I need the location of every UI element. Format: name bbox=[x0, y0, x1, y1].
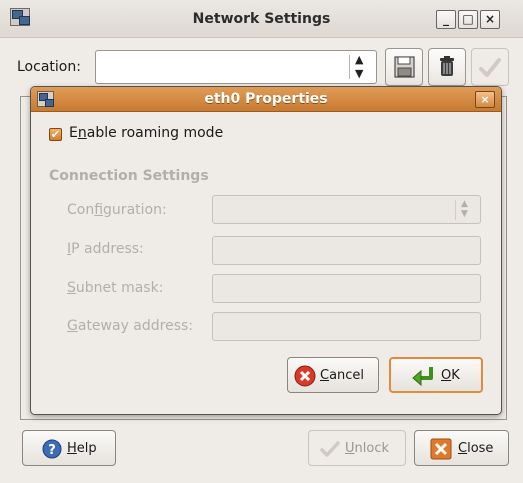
roaming-label[interactable]: Enable roaming mode bbox=[69, 125, 223, 141]
ip-address-label: IP address: bbox=[67, 241, 144, 257]
dialog-close-button[interactable]: × bbox=[475, 91, 495, 108]
maximize-button[interactable]: □ bbox=[458, 10, 478, 29]
ok-label: OK bbox=[441, 368, 460, 383]
unlock-checkmark-icon bbox=[320, 441, 340, 457]
help-button[interactable]: ? Help bbox=[22, 430, 116, 466]
dialog-title: eth0 Properties bbox=[204, 91, 328, 107]
minimize-button[interactable]: _ bbox=[436, 10, 456, 29]
unlock-button[interactable]: Unlock bbox=[308, 430, 406, 466]
eth0-properties-dialog: eth0 Properties × ✔ Enable roaming mode … bbox=[30, 86, 502, 415]
unlock-label: Unlock bbox=[345, 441, 389, 456]
location-spin-arrows-icon[interactable]: ▲ ▼ bbox=[355, 53, 363, 81]
ok-button[interactable]: OK bbox=[389, 357, 483, 393]
configuration-label: Configuration: bbox=[67, 202, 167, 218]
subnet-mask-field[interactable] bbox=[212, 274, 481, 303]
trash-can-icon bbox=[440, 56, 454, 76]
cancel-icon bbox=[294, 365, 316, 387]
configuration-spin-arrows-icon: ▲ ▼ bbox=[461, 199, 468, 219]
roaming-checkbox[interactable]: ✔ bbox=[49, 128, 62, 141]
save-location-button[interactable] bbox=[385, 48, 423, 86]
close-icon: × bbox=[484, 12, 496, 26]
close-label: Close bbox=[458, 441, 494, 456]
svg-text:?: ? bbox=[48, 443, 56, 458]
configuration-combo-divider bbox=[455, 200, 456, 220]
cancel-label: Cancel bbox=[320, 368, 365, 383]
connection-settings-heading: Connection Settings bbox=[49, 168, 209, 184]
enter-arrow-icon bbox=[412, 367, 433, 387]
cancel-button[interactable]: Cancel bbox=[287, 357, 379, 393]
apply-location-button[interactable] bbox=[471, 48, 509, 86]
dialog-close-icon: × bbox=[480, 93, 490, 106]
minimize-icon: _ bbox=[443, 12, 449, 26]
location-label: Location: bbox=[17, 59, 81, 75]
location-combo-divider bbox=[349, 55, 350, 79]
floppy-disk-icon bbox=[394, 56, 415, 78]
gateway-address-field[interactable] bbox=[212, 312, 481, 341]
subnet-mask-label: Subnet mask: bbox=[67, 280, 164, 296]
checkmark-icon bbox=[479, 58, 501, 77]
close-x-icon bbox=[430, 438, 452, 460]
maximize-icon: □ bbox=[462, 12, 474, 26]
gateway-address-label: Gateway address: bbox=[67, 318, 194, 334]
location-combo[interactable] bbox=[95, 50, 377, 84]
help-label: Help bbox=[67, 441, 97, 456]
help-icon: ? bbox=[42, 439, 62, 459]
configuration-combo[interactable] bbox=[212, 195, 481, 224]
close-window-button[interactable]: × bbox=[480, 10, 500, 29]
delete-location-button[interactable] bbox=[428, 48, 466, 86]
ip-address-field[interactable] bbox=[212, 236, 481, 265]
close-button[interactable]: Close bbox=[414, 430, 509, 466]
